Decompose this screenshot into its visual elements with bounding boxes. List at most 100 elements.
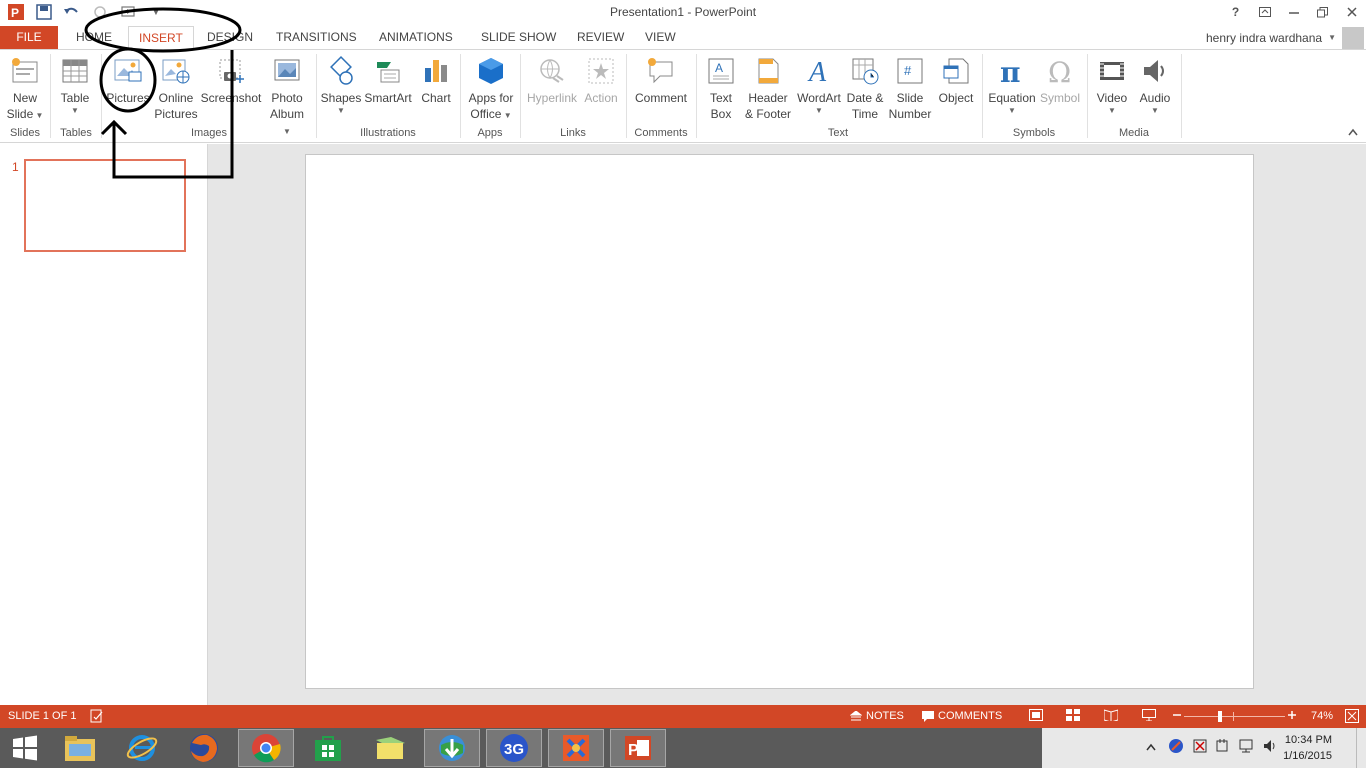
notes-label: NOTES xyxy=(866,710,904,722)
store-icon[interactable] xyxy=(300,729,356,767)
spell-check-icon[interactable] xyxy=(90,709,104,723)
hyperlink-button[interactable]: Hyperlink xyxy=(524,54,580,106)
smartart-button[interactable]: SmartArt xyxy=(364,54,412,106)
date-time-icon xyxy=(849,54,881,88)
slide-thumbnail[interactable] xyxy=(24,159,186,252)
tab-review[interactable]: REVIEW xyxy=(567,26,634,50)
fit-slide-to-window-icon[interactable] xyxy=(1345,709,1359,723)
app-tool-icon[interactable] xyxy=(548,729,604,767)
table-icon xyxy=(59,54,91,88)
new-slide-label-1: New xyxy=(12,91,37,105)
tab-design[interactable]: DESIGN xyxy=(197,26,263,50)
symbol-button[interactable]: Ω Symbol xyxy=(1038,54,1082,106)
tab-slide-show[interactable]: SLIDE SHOW xyxy=(471,26,566,50)
pictures-button[interactable]: Pictures xyxy=(104,54,152,106)
chevron-down-icon: ▼ xyxy=(1328,33,1336,42)
tab-animations[interactable]: ANIMATIONS xyxy=(369,26,463,50)
screenshot-button[interactable]: Screenshot xyxy=(201,54,261,106)
file-explorer-icon[interactable] xyxy=(52,729,108,767)
new-slide-button[interactable]: New Slide ▼ xyxy=(6,54,44,122)
slide-number-button[interactable]: # Slide Number xyxy=(887,54,933,122)
collapse-ribbon-chevron-up-icon[interactable] xyxy=(1348,128,1358,139)
action-center-flag-icon[interactable] xyxy=(1192,738,1208,757)
group-separator xyxy=(1087,54,1088,138)
normal-view-icon[interactable] xyxy=(1029,709,1043,721)
minimize-icon[interactable] xyxy=(1279,0,1308,24)
object-button[interactable]: Object xyxy=(935,54,977,106)
folder-icon[interactable] xyxy=(362,729,418,767)
slide-canvas[interactable] xyxy=(305,154,1254,689)
apps-for-office-button[interactable]: Apps for Office ▼ xyxy=(464,54,518,122)
tab-view[interactable]: VIEW xyxy=(635,26,686,50)
zoom-out-button[interactable] xyxy=(1172,710,1182,720)
chevron-down-icon: ▼ xyxy=(337,106,345,115)
wordart-button[interactable]: A WordArt ▼ xyxy=(796,54,842,116)
tab-insert[interactable]: INSERT xyxy=(128,26,194,50)
slide-show-view-icon[interactable] xyxy=(1142,709,1156,721)
zoom-slider-track[interactable] xyxy=(1184,716,1285,717)
group-label-images: Images xyxy=(190,127,228,139)
internet-download-manager-icon[interactable] xyxy=(424,729,480,767)
header-footer-icon xyxy=(752,54,784,88)
group-label-apps: Apps xyxy=(477,127,503,139)
show-hidden-icons-chevron-up-icon[interactable] xyxy=(1146,740,1156,754)
powerpoint-taskbar-icon[interactable]: P xyxy=(610,729,666,767)
3g-modem-icon[interactable]: 3G xyxy=(486,729,542,767)
action-icon xyxy=(585,54,617,88)
photo-album-button[interactable]: Photo Album ▼ xyxy=(265,54,309,138)
system-tray: 10:34 PM 1/16/2015 xyxy=(1042,728,1366,768)
header-footer-button[interactable]: Header & Footer xyxy=(742,54,794,122)
user-name: henry indra wardhana xyxy=(1206,31,1323,45)
zoom-level[interactable]: 74% xyxy=(1311,710,1333,722)
tab-home[interactable]: HOME xyxy=(66,26,122,50)
ribbon-display-options-icon[interactable] xyxy=(1250,0,1279,24)
restore-icon[interactable] xyxy=(1308,0,1337,24)
zoom-slider-thumb[interactable] xyxy=(1218,711,1222,722)
svg-text:π: π xyxy=(1000,56,1021,86)
chevron-down-icon: ▼ xyxy=(1108,106,1116,115)
online-pictures-button[interactable]: Online Pictures xyxy=(154,54,198,122)
shapes-icon xyxy=(325,54,357,88)
notes-button[interactable]: NOTES xyxy=(850,710,904,722)
equation-button[interactable]: π Equation ▼ xyxy=(986,54,1038,116)
chart-icon xyxy=(420,54,452,88)
comment-button[interactable]: Comment xyxy=(632,54,690,106)
clock[interactable]: 10:34 PM 1/16/2015 xyxy=(1283,732,1332,764)
chrome-icon[interactable] xyxy=(238,729,294,767)
text-box-button[interactable]: A Text Box xyxy=(702,54,740,122)
user-account[interactable]: henry indra wardhana ▼ xyxy=(1206,26,1366,50)
comments-button[interactable]: COMMENTS xyxy=(922,710,1002,722)
show-desktop-button[interactable] xyxy=(1356,728,1366,768)
internet-explorer-icon[interactable] xyxy=(114,729,170,767)
close-icon[interactable] xyxy=(1337,0,1366,24)
volume-icon[interactable] xyxy=(1262,738,1278,757)
power-icon[interactable] xyxy=(1214,738,1230,757)
help-icon[interactable]: ? xyxy=(1221,0,1250,24)
audio-button[interactable]: Audio ▼ xyxy=(1134,54,1176,116)
tab-transitions[interactable]: TRANSITIONS xyxy=(266,26,367,50)
text-box-label-2: Box xyxy=(710,107,732,121)
firefox-icon[interactable] xyxy=(176,729,232,767)
symbol-label: Symbol xyxy=(1039,91,1080,105)
video-button[interactable]: Video ▼ xyxy=(1092,54,1132,116)
shapes-button[interactable]: Shapes ▼ xyxy=(320,54,362,116)
action-button[interactable]: Action xyxy=(580,54,622,106)
new-slide-label-2: Slide ▼ xyxy=(6,107,44,121)
reading-view-icon[interactable] xyxy=(1104,709,1118,721)
window-controls: ? xyxy=(1221,0,1366,24)
network-icon[interactable] xyxy=(1238,738,1254,757)
comments-icon xyxy=(922,710,934,722)
tab-file[interactable]: FILE xyxy=(0,26,58,50)
svg-text:3G: 3G xyxy=(504,741,524,758)
slide-thumbnail-number: 1 xyxy=(12,160,19,174)
table-button[interactable]: Table ▼ xyxy=(56,54,94,116)
tray-app-icon[interactable] xyxy=(1168,738,1184,757)
start-button[interactable] xyxy=(0,729,50,767)
apps-for-office-label-2: Office ▼ xyxy=(470,107,512,121)
slide-sorter-view-icon[interactable] xyxy=(1066,709,1080,721)
windows-taskbar: 3G P 10:34 PM 1/16/2015 xyxy=(0,728,1366,768)
zoom-in-button[interactable] xyxy=(1287,710,1297,720)
chart-button[interactable]: Chart xyxy=(416,54,456,106)
date-time-button[interactable]: Date & Time xyxy=(843,54,887,122)
action-label: Action xyxy=(584,91,618,105)
